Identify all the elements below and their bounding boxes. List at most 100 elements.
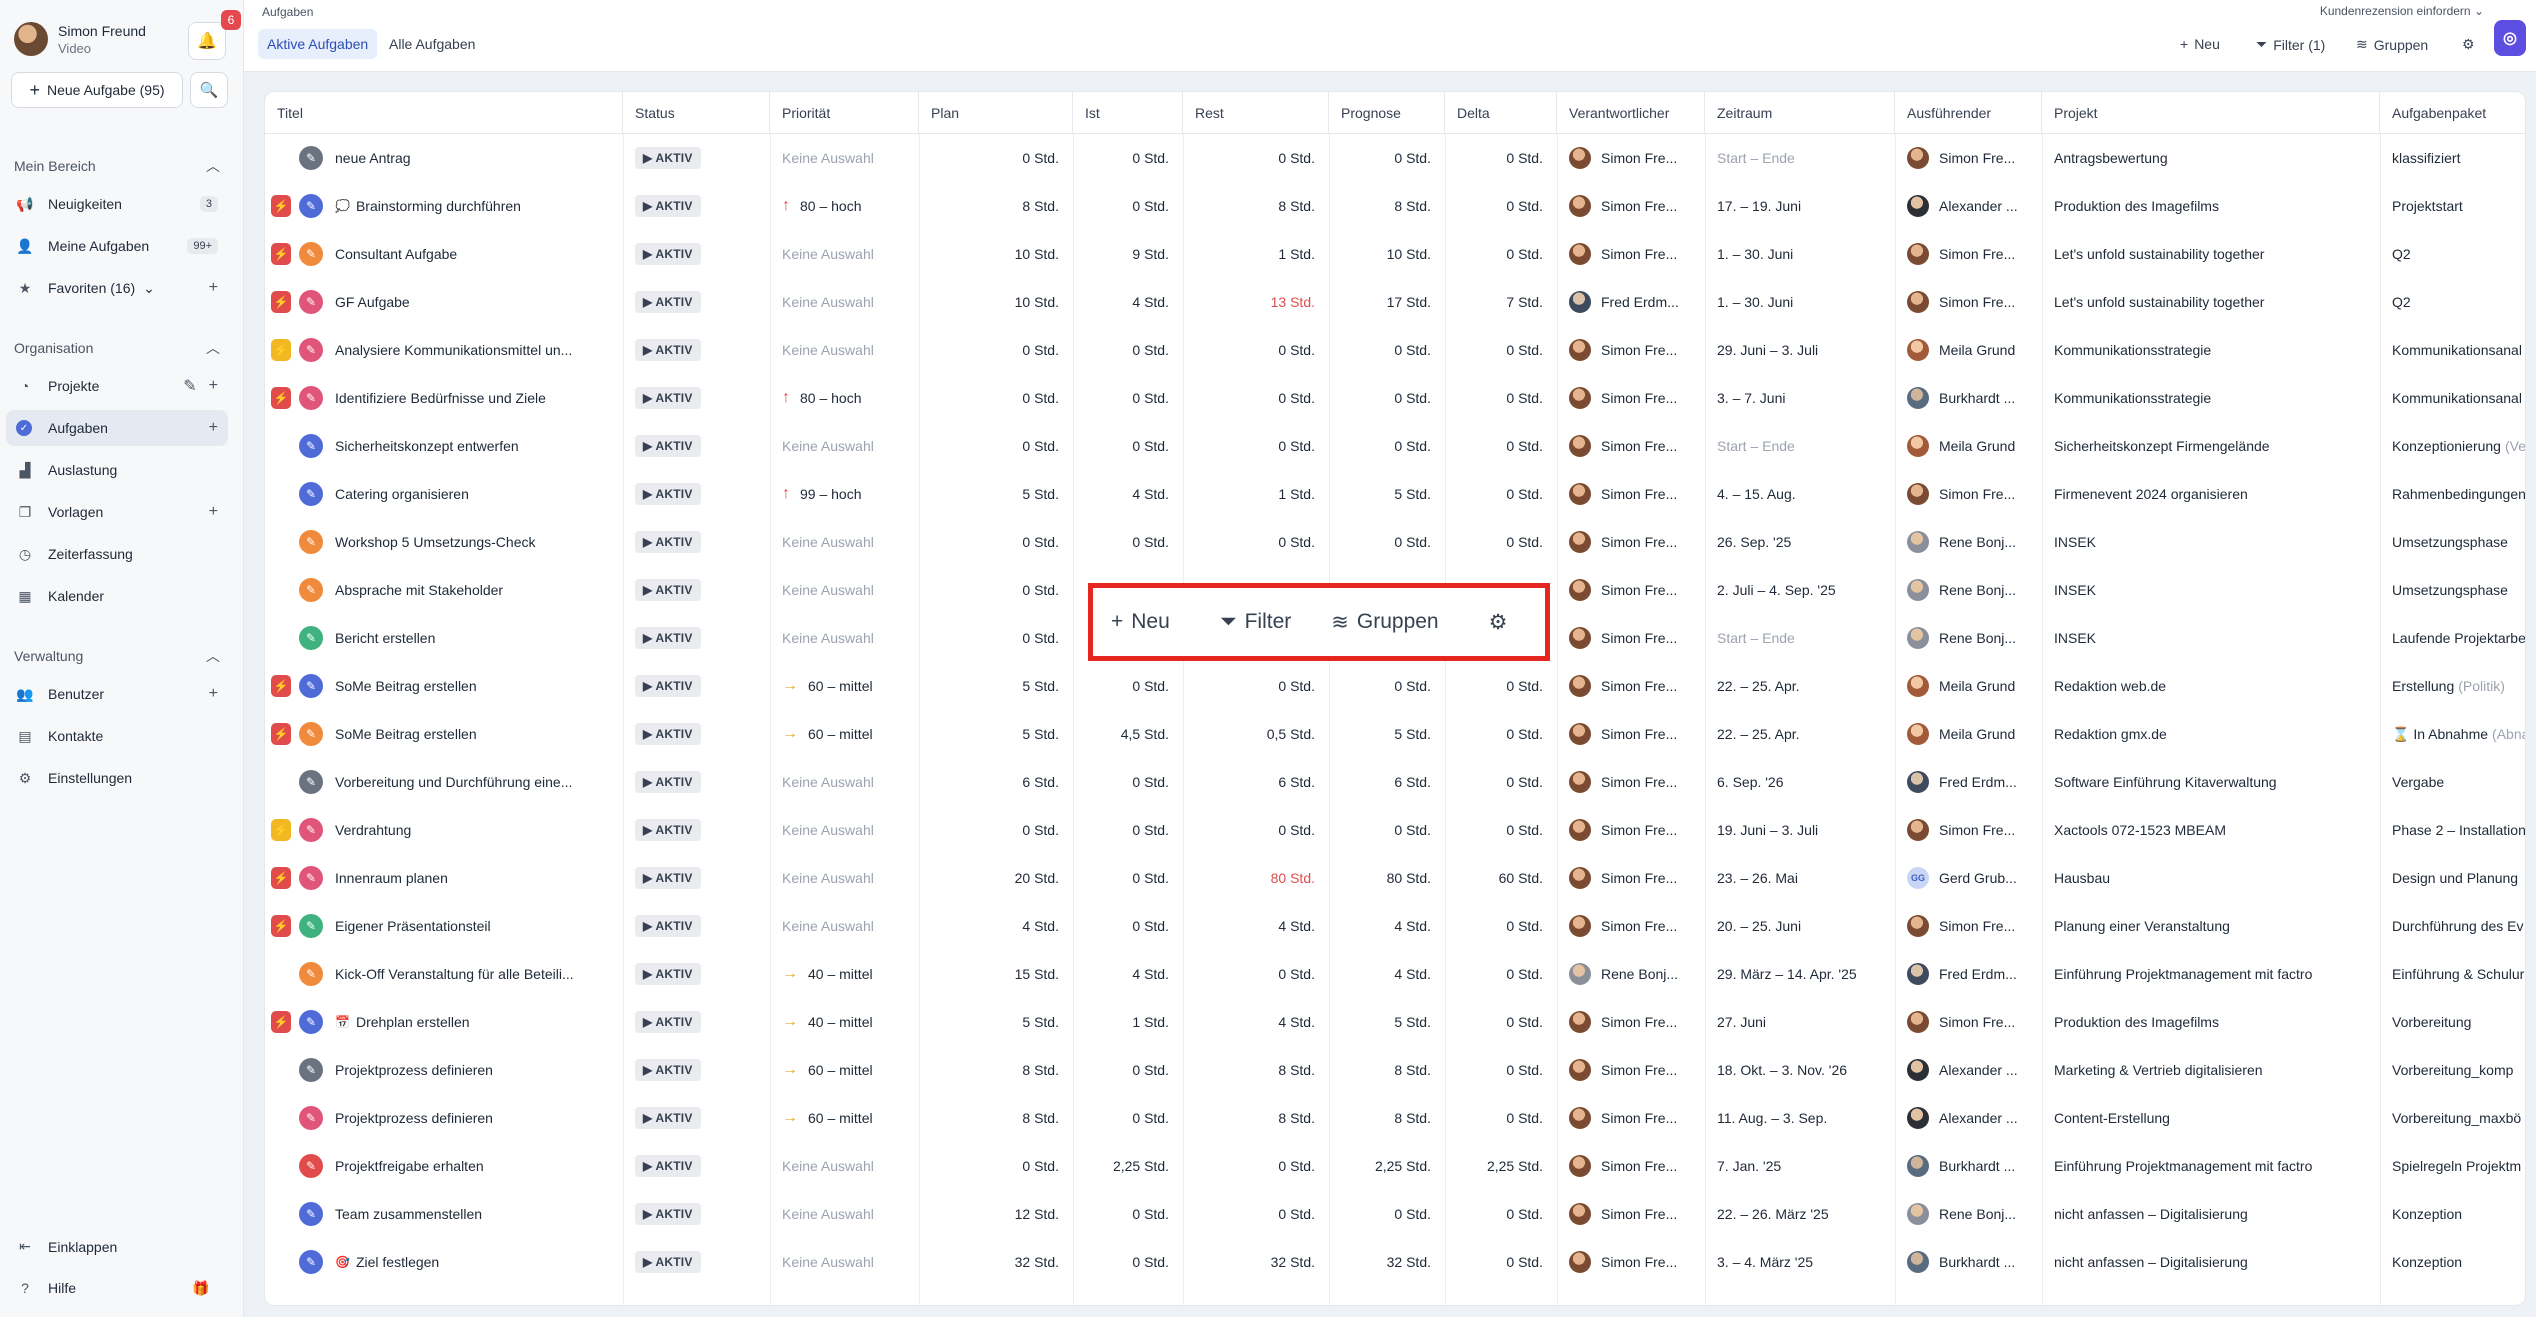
project-cell[interactable]: Produktion des Imagefilms [2054,182,2380,230]
period-cell[interactable]: 3. – 7. Juni [1717,374,1895,422]
pencil-icon[interactable]: ✎ [299,290,323,314]
notifications-button[interactable]: 🔔 [188,22,226,60]
package-cell[interactable]: Durchführung des Ev [2392,902,2525,950]
priority-cell[interactable]: ↑ 80 – hoch [782,374,919,422]
rest-cell[interactable]: 0 Std. [1183,806,1329,854]
title-cell[interactable]: ⚡ ✎ Identifiziere Bedürfnisse und Ziele [265,374,623,422]
prognose-cell[interactable]: 0 Std. [1329,134,1445,182]
responsible-cell[interactable]: Rene Bonj... [1569,950,1705,998]
priority-cell[interactable]: ↑ 99 – hoch [782,470,919,518]
responsible-cell[interactable]: Simon Fre... [1569,1046,1705,1094]
title-cell[interactable]: ✎ Workshop 5 Umsetzungs-Check [265,518,623,566]
plan-cell[interactable]: 5 Std. [919,662,1073,710]
responsible-cell[interactable]: Simon Fre... [1569,1238,1705,1286]
ist-cell[interactable]: 2,25 Std. [1073,1142,1183,1190]
sidebar-item-einstellungen[interactable]: ⚙ Einstellungen [6,760,228,796]
column-header[interactable]: Titel [265,92,623,134]
ist-cell[interactable]: 0 Std. [1073,374,1183,422]
period-cell[interactable]: 29. März – 14. Apr. '25 [1717,950,1895,998]
responsible-cell[interactable]: Simon Fre... [1569,662,1705,710]
package-cell[interactable]: Konzeption [2392,1190,2525,1238]
project-cell[interactable]: Content-Erstellung [2054,1094,2380,1142]
plan-cell[interactable]: 8 Std. [919,1094,1073,1142]
period-cell[interactable]: 1. – 30. Juni [1717,230,1895,278]
plan-cell[interactable]: 5 Std. [919,710,1073,758]
table-row[interactable]: ✎ Team zusammenstellen ▶ AKTIV Keine Auswah… [265,1190,2525,1238]
delta-cell[interactable]: 0 Std. [1445,326,1557,374]
project-cell[interactable]: Software Einführung Kitaverwaltung [2054,758,2380,806]
pencil-icon[interactable]: ✎ [299,866,323,890]
table-row[interactable]: ⚡ ✎ Consultant Aufgabe ▶ AKTIV Keine Auswahl… [265,230,2525,278]
priority-cell[interactable]: Keine Auswahl [782,1142,919,1190]
column-header[interactable]: Plan [919,92,1073,134]
ist-cell[interactable]: 0 Std. [1073,326,1183,374]
column-header[interactable]: Delta [1445,92,1557,134]
settings-button[interactable]: ⚙ [2462,36,2475,53]
status-cell[interactable]: ▶ AKTIV [635,470,770,518]
new-button[interactable]: + Neu [2180,36,2220,52]
delta-cell[interactable]: 60 Std. [1445,854,1557,902]
package-cell[interactable]: Kommunikationsanal [2392,326,2525,374]
sidebar-item-kontakte[interactable]: ▤ Kontakte [6,718,228,754]
prognose-cell[interactable]: 32 Std. [1329,1238,1445,1286]
plan-cell[interactable]: 0 Std. [919,1142,1073,1190]
delta-cell[interactable]: 0 Std. [1445,1190,1557,1238]
title-cell[interactable]: ✎ 🎯 Ziel festlegen [265,1238,623,1286]
pencil-icon[interactable]: ✎ [299,434,323,458]
project-cell[interactable]: Xactools 072-1523 MBEAM [2054,806,2380,854]
ist-cell[interactable]: 4 Std. [1073,950,1183,998]
status-cell[interactable]: ▶ AKTIV [635,134,770,182]
prognose-cell[interactable]: 4 Std. [1329,902,1445,950]
filter-button[interactable]: ⏷ Filter (1) [2256,36,2325,53]
project-cell[interactable]: Hausbau [2054,854,2380,902]
status-cell[interactable]: ▶ AKTIV [635,758,770,806]
project-cell[interactable]: Let's unfold sustainability together [2054,230,2380,278]
package-cell[interactable]: Umsetzungsphase [2392,566,2525,614]
pencil-icon[interactable]: ✎ [299,1058,323,1082]
delta-cell[interactable]: 0 Std. [1445,1046,1557,1094]
plan-cell[interactable]: 15 Std. [919,950,1073,998]
pencil-icon[interactable]: ✎ [299,1250,323,1274]
table-row[interactable]: ⚡ ✎ 📅 Drehplan erstellen ▶ AKTIV → 40 – mittel… [265,998,2525,1046]
sidebar-item-zeiterfassung[interactable]: ◷ Zeiterfassung [6,536,228,572]
column-header[interactable]: Prognose [1329,92,1445,134]
period-cell[interactable]: 4. – 15. Aug. [1717,470,1895,518]
priority-cell[interactable]: Keine Auswahl [782,806,919,854]
priority-cell[interactable]: Keine Auswahl [782,422,919,470]
period-cell[interactable]: 23. – 26. Mai [1717,854,1895,902]
pencil-icon[interactable]: ✎ [299,338,323,362]
project-cell[interactable]: Redaktion web.de [2054,662,2380,710]
rest-cell[interactable]: 4 Std. [1183,998,1329,1046]
plan-cell[interactable]: 8 Std. [919,182,1073,230]
ist-cell[interactable]: 0 Std. [1073,518,1183,566]
responsible-cell[interactable]: Simon Fre... [1569,806,1705,854]
status-cell[interactable]: ▶ AKTIV [635,998,770,1046]
title-cell[interactable]: ✎ neue Antrag [265,134,623,182]
rest-cell[interactable]: 4 Std. [1183,902,1329,950]
column-header[interactable]: Aufgabenpaket [2380,92,2525,134]
table-row[interactable]: ✎ 🎯 Ziel festlegen ▶ AKTIV Keine Auswahl 32 S… [265,1238,2525,1286]
period-cell[interactable]: 27. Juni [1717,998,1895,1046]
rest-cell[interactable]: 1 Std. [1183,230,1329,278]
status-cell[interactable]: ▶ AKTIV [635,422,770,470]
priority-cell[interactable]: → 60 – mittel [782,662,919,710]
rest-cell[interactable]: 13 Std. [1183,278,1329,326]
executor-cell[interactable]: Burkhardt ... [1907,1238,2042,1286]
status-cell[interactable]: ▶ AKTIV [635,374,770,422]
delta-cell[interactable]: 0 Std. [1445,1094,1557,1142]
title-cell[interactable]: ⚡ ✎ SoMe Beitrag erstellen [265,662,623,710]
section-organisation[interactable]: Organisation ︿ [14,338,220,358]
delta-cell[interactable]: 0 Std. [1445,662,1557,710]
plan-cell[interactable]: 20 Std. [919,854,1073,902]
priority-cell[interactable]: Keine Auswahl [782,1238,919,1286]
pencil-icon[interactable]: ✎ [299,626,323,650]
executor-cell[interactable]: Simon Fre... [1907,806,2042,854]
package-cell[interactable]: Vorbereitung [2392,998,2525,1046]
project-cell[interactable]: Sicherheitskonzept Firmengelände [2054,422,2380,470]
prognose-cell[interactable]: 2,25 Std. [1329,1142,1445,1190]
priority-cell[interactable]: Keine Auswahl [782,134,919,182]
table-row[interactable]: ⚡ ✎ Innenraum planen ▶ AKTIV Keine Auswahl 20… [265,854,2525,902]
executor-cell[interactable]: Simon Fre... [1907,470,2042,518]
title-cell[interactable]: ✎ Projektprozess definieren [265,1094,623,1142]
project-cell[interactable]: Firmenevent 2024 organisieren [2054,470,2380,518]
